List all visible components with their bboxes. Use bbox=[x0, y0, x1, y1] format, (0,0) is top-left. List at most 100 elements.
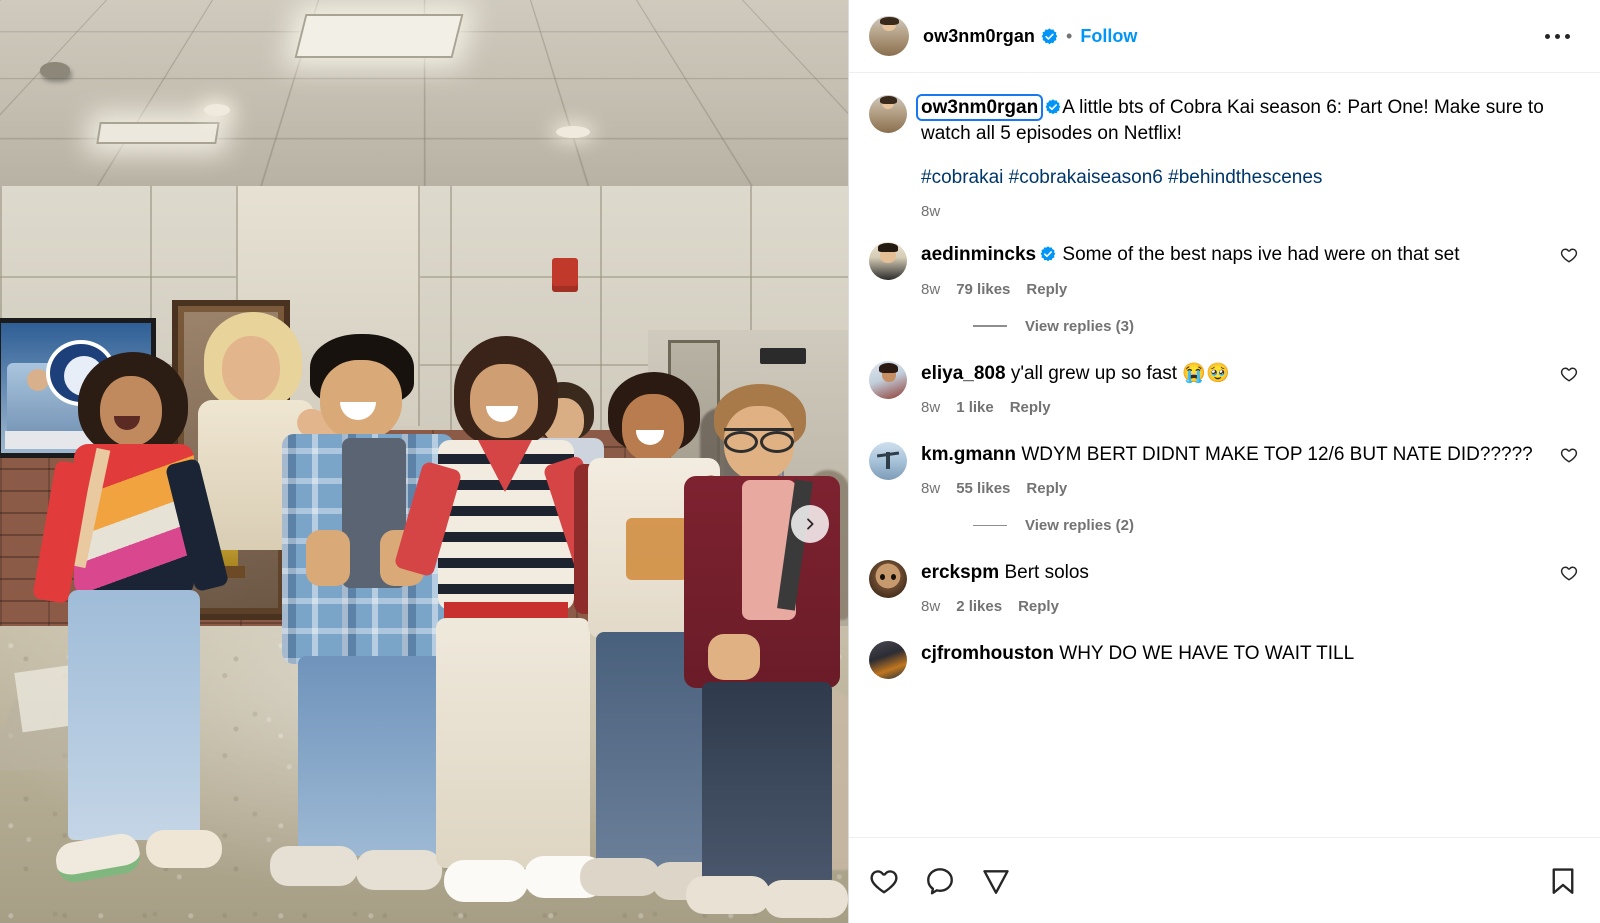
instagram-post-view: ow3nm0rgan • Follow ow3nm0rgan A little … bbox=[0, 0, 1600, 923]
comment-timestamp: 8w bbox=[921, 280, 941, 298]
comment-item: km.gmann WDYM BERT DIDNT MAKE TOP 12/6 B… bbox=[869, 441, 1578, 497]
comment-likes[interactable]: 79 likes bbox=[956, 281, 1010, 298]
person-striped-vest bbox=[393, 336, 618, 914]
comment-text-line: erckspm Bert solos bbox=[921, 560, 1546, 586]
comment-like-button[interactable] bbox=[1560, 242, 1578, 297]
comment-button[interactable] bbox=[925, 866, 955, 896]
bookmark-icon bbox=[1552, 867, 1574, 894]
comment-meta: 8w 1 like Reply bbox=[921, 399, 1546, 416]
heart-icon bbox=[1560, 248, 1578, 263]
share-button[interactable] bbox=[981, 866, 1011, 896]
ceiling-light bbox=[96, 122, 220, 144]
comment-meta: 8w 2 likes Reply bbox=[921, 598, 1546, 615]
comment-meta: 8w 79 likes Reply bbox=[921, 281, 1546, 298]
comment-like-button[interactable] bbox=[1560, 361, 1578, 416]
follow-button[interactable]: Follow bbox=[1080, 26, 1137, 47]
caption-body: ow3nm0rgan A little bts of Cobra Kai sea… bbox=[915, 94, 1578, 220]
avatar[interactable] bbox=[869, 242, 907, 281]
comment-text: WDYM BERT DIDNT MAKE TOP 12/6 BUT NATE D… bbox=[1021, 443, 1533, 465]
comment-text-line: km.gmann WDYM BERT DIDNT MAKE TOP 12/6 B… bbox=[921, 442, 1546, 468]
carousel-next-button[interactable] bbox=[791, 505, 829, 543]
verified-badge-icon bbox=[1045, 99, 1061, 115]
avatar[interactable] bbox=[869, 360, 907, 399]
security-camera bbox=[40, 62, 70, 78]
post-media[interactable] bbox=[0, 0, 848, 923]
paper-plane-icon bbox=[983, 869, 1009, 894]
replies-divider-line bbox=[973, 325, 1007, 327]
replies-divider-line bbox=[973, 524, 1007, 527]
avatar[interactable] bbox=[869, 441, 907, 480]
comment-likes[interactable]: 55 likes bbox=[956, 480, 1010, 497]
dot bbox=[1545, 33, 1550, 39]
comments-list[interactable]: ow3nm0rgan A little bts of Cobra Kai sea… bbox=[849, 73, 1600, 837]
post-action-bar bbox=[849, 837, 1600, 923]
comment-username[interactable]: aedinmincks bbox=[921, 244, 1036, 265]
heart-icon bbox=[870, 869, 898, 893]
comment-meta: 8w 55 likes Reply bbox=[921, 480, 1546, 497]
comment-timestamp: 8w bbox=[921, 398, 941, 416]
comment-reply-button[interactable]: Reply bbox=[1026, 480, 1067, 497]
heart-icon bbox=[1560, 448, 1578, 463]
comment-item: eliya_808 y'all grew up so fast 😭🥹 8w 1 … bbox=[869, 360, 1578, 416]
comment-body: eliya_808 y'all grew up so fast 😭🥹 8w 1 … bbox=[921, 361, 1546, 416]
comment-text: WHY DO WE HAVE TO WAIT TILL bbox=[1059, 643, 1355, 665]
post-header: ow3nm0rgan • Follow bbox=[849, 0, 1600, 73]
separator-dot: • bbox=[1066, 26, 1073, 46]
dot bbox=[1565, 33, 1570, 39]
caption-username[interactable]: ow3nm0rgan bbox=[915, 94, 1044, 121]
view-replies-label: View replies (2) bbox=[1025, 517, 1134, 535]
comment-reply-button[interactable]: Reply bbox=[1018, 598, 1059, 615]
view-replies-label: View replies (3) bbox=[1025, 317, 1134, 335]
comment-body: erckspm Bert solos 8w 2 likes Reply bbox=[921, 560, 1546, 615]
avatar[interactable] bbox=[869, 95, 907, 133]
comment-timestamp: 8w bbox=[921, 598, 941, 616]
view-replies-button[interactable]: View replies (3) bbox=[973, 318, 1578, 335]
comment-item: erckspm Bert solos 8w 2 likes Reply bbox=[869, 560, 1578, 615]
comment-like-button[interactable] bbox=[1560, 442, 1578, 497]
comment-item: cjfromhouston WHY DO WE HAVE TO WAIT TIL… bbox=[869, 641, 1578, 680]
comment-likes[interactable]: 1 like bbox=[956, 399, 994, 416]
avatar[interactable] bbox=[869, 560, 907, 599]
comment-reply-button[interactable]: Reply bbox=[1026, 281, 1067, 298]
comment-likes[interactable]: 2 likes bbox=[956, 598, 1002, 615]
heart-icon bbox=[1560, 566, 1578, 581]
avatar[interactable] bbox=[869, 16, 909, 56]
post-caption: ow3nm0rgan A little bts of Cobra Kai sea… bbox=[869, 94, 1578, 220]
comment-text: Bert solos bbox=[1004, 562, 1089, 584]
comment-username[interactable]: km.gmann bbox=[921, 444, 1016, 465]
comment-text: Some of the best naps ive had were on th… bbox=[1062, 244, 1460, 266]
save-button[interactable] bbox=[1548, 866, 1578, 896]
post-sidebar: ow3nm0rgan • Follow ow3nm0rgan A little … bbox=[848, 0, 1600, 923]
view-replies-button[interactable]: View replies (2) bbox=[973, 517, 1578, 534]
comment-text-line: eliya_808 y'all grew up so fast 😭🥹 bbox=[921, 361, 1546, 387]
fire-alarm bbox=[552, 258, 578, 292]
post-photo bbox=[0, 0, 848, 923]
ceiling-light bbox=[294, 14, 464, 58]
exit-sign bbox=[760, 348, 806, 364]
more-options-button[interactable] bbox=[1537, 26, 1578, 47]
like-button[interactable] bbox=[869, 866, 899, 896]
heart-icon bbox=[1560, 367, 1578, 382]
downlight bbox=[556, 126, 590, 138]
avatar[interactable] bbox=[869, 641, 907, 680]
comment-text: y'all grew up so fast 😭🥹 bbox=[1010, 362, 1230, 384]
person-patterned-sweater bbox=[32, 352, 242, 912]
person-maroon-shirt bbox=[684, 384, 848, 920]
comment-timestamp: 8w bbox=[921, 480, 941, 498]
verified-badge-icon bbox=[1040, 246, 1056, 262]
caption-hashtags[interactable]: #cobrakai #cobrakaiseason6 #behindthesce… bbox=[921, 167, 1578, 189]
caption-text-line: ow3nm0rgan A little bts of Cobra Kai sea… bbox=[915, 94, 1578, 147]
downlight bbox=[204, 104, 230, 116]
header-user-block: ow3nm0rgan • Follow bbox=[923, 26, 1137, 47]
comment-username[interactable]: cjfromhouston bbox=[921, 643, 1054, 664]
chevron-right-icon bbox=[807, 518, 814, 530]
comment-item: aedinmincks Some of the best naps ive ha… bbox=[869, 242, 1578, 298]
comment-username[interactable]: eliya_808 bbox=[921, 363, 1006, 384]
comment-reply-button[interactable]: Reply bbox=[1010, 399, 1051, 416]
comment-bubble-icon bbox=[927, 867, 953, 894]
comment-body: km.gmann WDYM BERT DIDNT MAKE TOP 12/6 B… bbox=[921, 442, 1546, 497]
comment-like-button[interactable] bbox=[1560, 560, 1578, 615]
comment-username[interactable]: erckspm bbox=[921, 562, 999, 583]
verified-badge-icon bbox=[1041, 27, 1058, 44]
header-username[interactable]: ow3nm0rgan bbox=[923, 26, 1035, 47]
